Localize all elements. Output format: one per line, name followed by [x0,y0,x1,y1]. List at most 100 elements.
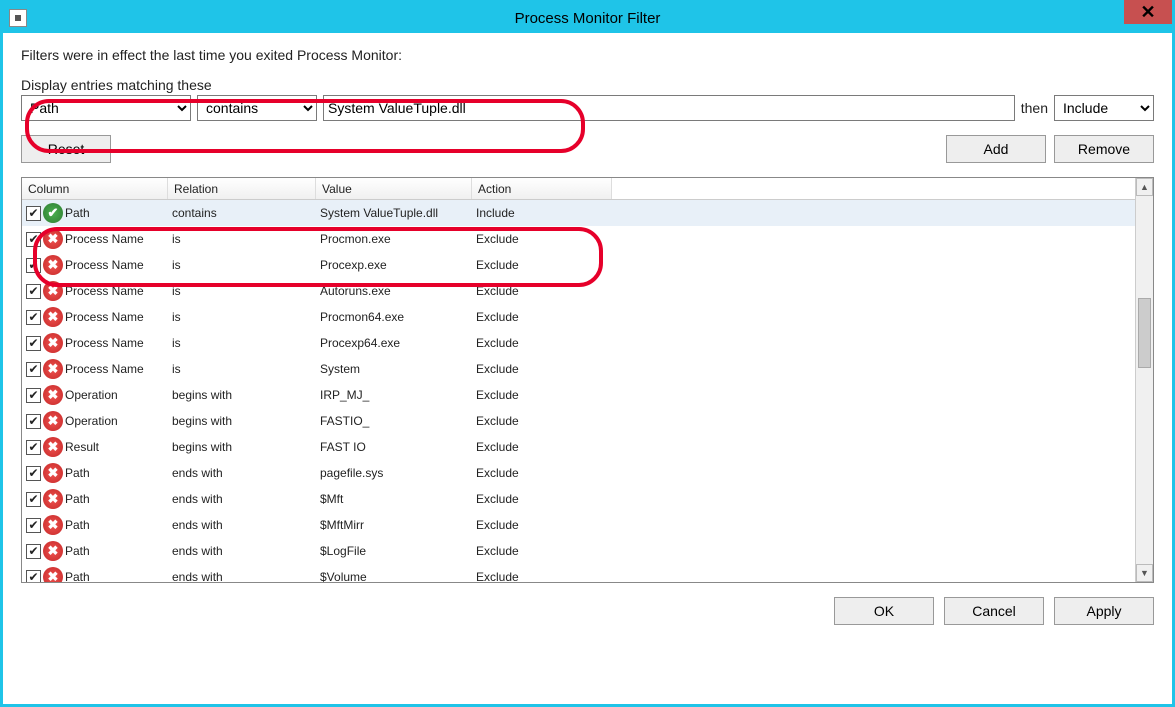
exclude-icon: ✖ [43,489,63,509]
relation-select[interactable]: contains [197,95,317,121]
cell-action: Exclude [472,232,612,246]
cell-relation: is [168,336,316,350]
scroll-up-button[interactable]: ▲ [1136,178,1153,196]
cell-action: Exclude [472,336,612,350]
cell-value: pagefile.sys [316,466,472,480]
exclude-icon: ✖ [43,385,63,405]
vertical-scrollbar[interactable]: ▲ ▼ [1135,178,1153,582]
table-row[interactable]: ✔✔PathcontainsSystem ValueTuple.dllInclu… [22,200,1135,226]
cell-value: $Mft [316,492,472,506]
cell-column: Process Name [65,232,144,246]
cell-column: Path [65,518,90,532]
row-checkbox[interactable]: ✔ [26,414,41,429]
table-row[interactable]: ✔✖Process NameisProcexp.exeExclude [22,252,1135,278]
close-button[interactable]: ✕ [1124,0,1172,24]
row-checkbox[interactable]: ✔ [26,388,41,403]
cell-relation: ends with [168,544,316,558]
table-row[interactable]: ✔✖Resultbegins withFAST IOExclude [22,434,1135,460]
scroll-down-button[interactable]: ▼ [1136,564,1153,582]
button-row-1: Reset Add Remove [21,135,1154,163]
cell-relation: is [168,310,316,324]
system-menu-icon[interactable] [9,9,27,27]
action-select[interactable]: Include [1054,95,1154,121]
cell-value: Procexp64.exe [316,336,472,350]
table-row[interactable]: ✔✖Pathends with$VolumeExclude [22,564,1135,582]
cell-column: Process Name [65,362,144,376]
column-header-column[interactable]: Column [22,178,168,199]
table-row[interactable]: ✔✖Pathends with$MftMirrExclude [22,512,1135,538]
row-checkbox[interactable]: ✔ [26,258,41,273]
cell-column: Operation [65,414,118,428]
cell-relation: ends with [168,518,316,532]
dialog-content: Filters were in effect the last time you… [3,33,1172,639]
table-row[interactable]: ✔✖Process NameisProcmon.exeExclude [22,226,1135,252]
cell-column: Path [65,466,90,480]
cell-value: $Volume [316,570,472,582]
cell-action: Exclude [472,414,612,428]
table-row[interactable]: ✔✖Pathends withpagefile.sysExclude [22,460,1135,486]
column-header-value[interactable]: Value [316,178,472,199]
row-checkbox[interactable]: ✔ [26,518,41,533]
cell-value: $LogFile [316,544,472,558]
column-select[interactable]: Path [21,95,191,121]
row-checkbox[interactable]: ✔ [26,284,41,299]
exclude-icon: ✖ [43,515,63,535]
cell-value: Procexp.exe [316,258,472,272]
exclude-icon: ✖ [43,541,63,561]
exclude-icon: ✖ [43,567,63,582]
column-header-action[interactable]: Action [472,178,612,199]
reset-button[interactable]: Reset [21,135,111,163]
cell-column: Path [65,570,90,582]
then-label: then [1021,100,1048,116]
cell-column: Path [65,206,90,220]
window-title: Process Monitor Filter [515,10,661,27]
row-checkbox[interactable]: ✔ [26,206,41,221]
titlebar: Process Monitor Filter ✕ [3,3,1172,33]
row-checkbox[interactable]: ✔ [26,544,41,559]
exclude-icon: ✖ [43,411,63,431]
cell-column: Operation [65,388,118,402]
cell-action: Exclude [472,466,612,480]
cell-relation: begins with [168,388,316,402]
cell-relation: begins with [168,414,316,428]
table-row[interactable]: ✔✖Operationbegins withIRP_MJ_Exclude [22,382,1135,408]
row-checkbox[interactable]: ✔ [26,362,41,377]
cell-relation: begins with [168,440,316,454]
table-row[interactable]: ✔✖Operation begins withFASTIO_Exclude [22,408,1135,434]
scroll-thumb[interactable] [1138,298,1151,368]
row-checkbox[interactable]: ✔ [26,466,41,481]
cell-action: Exclude [472,518,612,532]
row-checkbox[interactable]: ✔ [26,232,41,247]
table-header: Column Relation Value Action [22,178,1135,200]
cell-column: Process Name [65,310,144,324]
cancel-button[interactable]: Cancel [944,597,1044,625]
cell-relation: is [168,258,316,272]
cell-column: Path [65,544,90,558]
value-input[interactable] [323,95,1015,121]
cell-value: FASTIO_ [316,414,472,428]
cell-action: Exclude [472,492,612,506]
table-row[interactable]: ✔✖Process NameisProcexp64.exeExclude [22,330,1135,356]
remove-button[interactable]: Remove [1054,135,1154,163]
row-checkbox[interactable]: ✔ [26,310,41,325]
cell-column: Result [65,440,99,454]
table-row[interactable]: ✔✖Pathends with$MftExclude [22,486,1135,512]
exclude-icon: ✖ [43,333,63,353]
cell-relation: is [168,284,316,298]
cell-action: Exclude [472,284,612,298]
table-row[interactable]: ✔✖Process NameisProcmon64.exeExclude [22,304,1135,330]
table-row[interactable]: ✔✖Process NameisAutoruns.exeExclude [22,278,1135,304]
column-header-relation[interactable]: Relation [168,178,316,199]
add-button[interactable]: Add [946,135,1046,163]
apply-button[interactable]: Apply [1054,597,1154,625]
row-checkbox[interactable]: ✔ [26,336,41,351]
cell-action: Exclude [472,544,612,558]
table-row[interactable]: ✔✖Process NameisSystemExclude [22,356,1135,382]
ok-button[interactable]: OK [834,597,934,625]
row-checkbox[interactable]: ✔ [26,440,41,455]
cell-column: Process Name [65,284,144,298]
table-row[interactable]: ✔✖Path ends with$LogFileExclude [22,538,1135,564]
cell-value: Procmon64.exe [316,310,472,324]
row-checkbox[interactable]: ✔ [26,570,41,583]
row-checkbox[interactable]: ✔ [26,492,41,507]
